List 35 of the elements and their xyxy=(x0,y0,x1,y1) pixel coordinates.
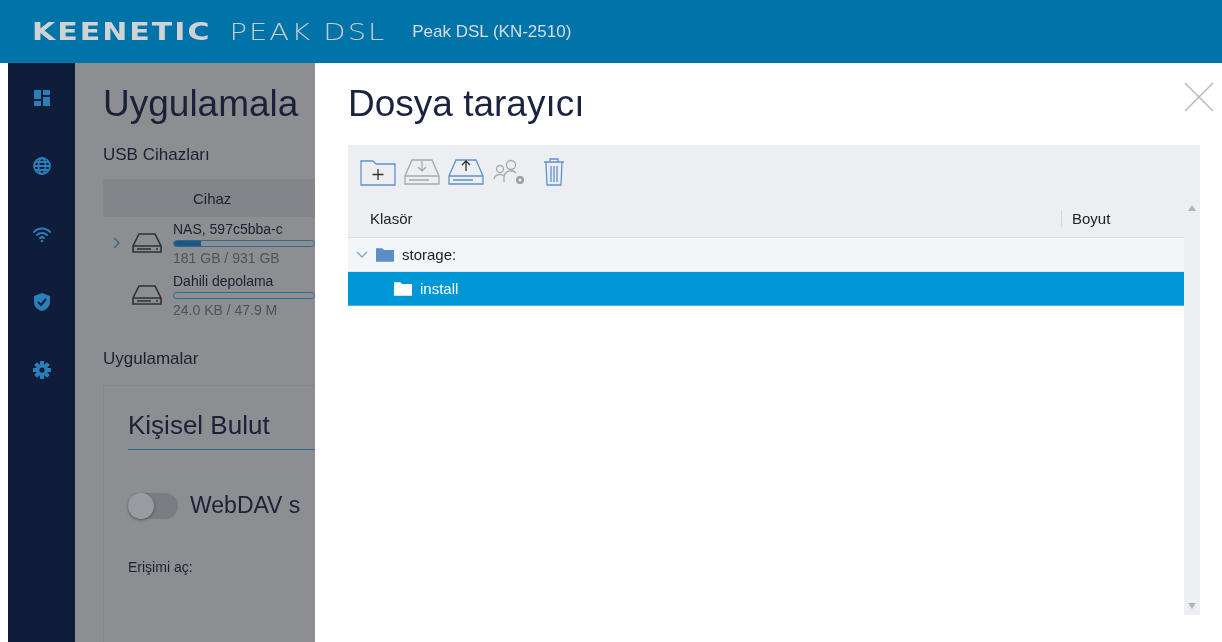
hard-drive-icon xyxy=(131,231,163,255)
hard-drive-icon xyxy=(131,283,163,307)
device-name: NAS, 597c5bba-c xyxy=(173,220,284,237)
caret-icon[interactable] xyxy=(356,250,368,259)
scroll-up-icon[interactable] xyxy=(1188,205,1196,211)
folder-row[interactable]: storage: xyxy=(348,238,1184,272)
device-row[interactable]: NAS, 597c5bba-c 181 GB / 931 GB xyxy=(103,217,315,269)
settings-icon[interactable] xyxy=(31,360,52,380)
usage-text: 181 GB / 931 GB xyxy=(173,249,281,266)
new-folder-icon[interactable] xyxy=(360,158,396,186)
field-label: Erişimi aç: xyxy=(128,559,194,575)
toggle-label: WebDAV s xyxy=(190,492,301,519)
usage-text: 24.0 KB / 47.9 M xyxy=(173,301,279,318)
globe-icon[interactable] xyxy=(31,156,52,176)
folder-icon xyxy=(376,247,394,262)
dashboard-icon[interactable] xyxy=(31,88,52,108)
chevron-right-icon[interactable] xyxy=(113,237,121,249)
device-name: Dahili depolama xyxy=(173,272,275,289)
section-heading: Uygulamalar xyxy=(103,349,200,369)
model-name: Peak DSL (KN-2510) xyxy=(412,21,572,42)
device-row[interactable]: Dahili depolama 24.0 KB / 47.9 M xyxy=(103,269,315,321)
logo-text: KEENETIC xyxy=(32,17,212,46)
shield-check-icon[interactable] xyxy=(31,292,52,312)
toggle-switch[interactable] xyxy=(128,492,178,519)
product-name: PEAK DSL xyxy=(229,17,387,46)
folder-row[interactable]: install xyxy=(348,272,1184,306)
folder-icon xyxy=(394,281,412,296)
page-title: Uygulamala xyxy=(103,83,300,125)
close-icon[interactable] xyxy=(1184,82,1214,112)
drive-upload-icon[interactable] xyxy=(448,158,484,186)
section-heading: USB Cihazları xyxy=(103,145,211,165)
column-header: Klasör xyxy=(369,209,414,227)
column-header: Cihaz xyxy=(193,189,232,207)
scroll-down-icon[interactable] xyxy=(1188,603,1196,609)
dialog-title: Dosya tarayıcı xyxy=(348,83,585,125)
